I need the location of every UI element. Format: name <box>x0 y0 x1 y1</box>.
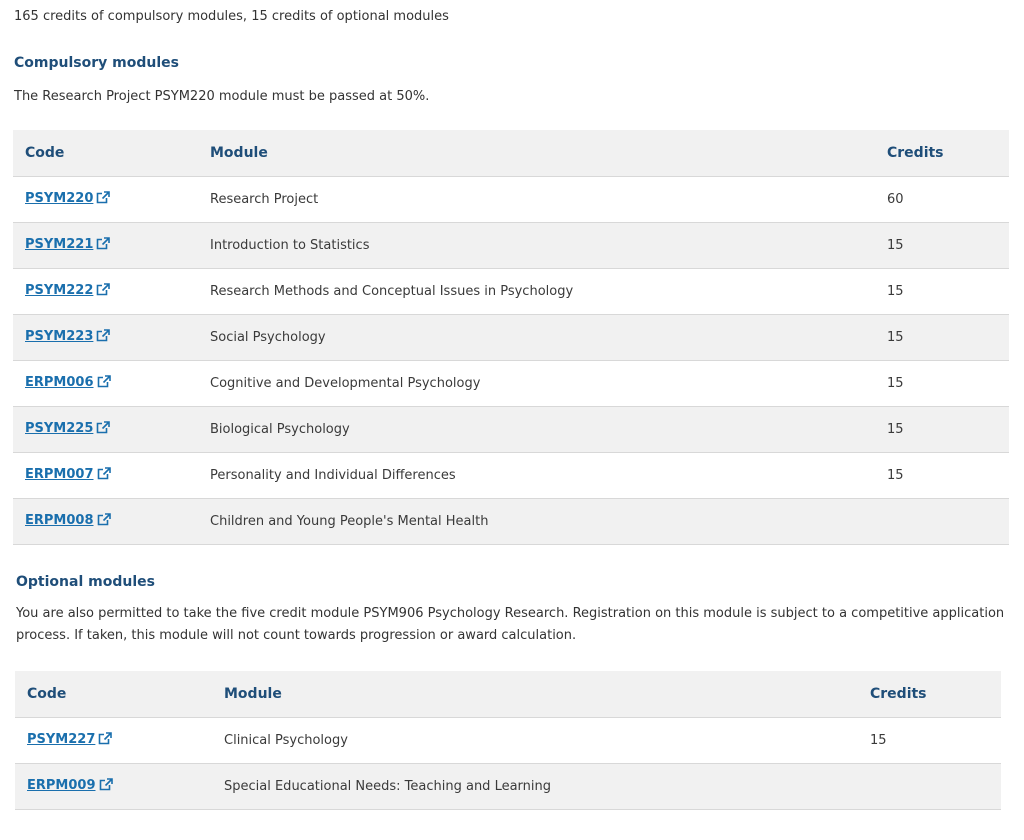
optional-table-body: PSYM227 Clinical Psychology 15 ERPM009 Speci… <box>15 717 1001 810</box>
cell-credits: 15 <box>875 222 1009 269</box>
column-header-module: Module <box>212 671 858 718</box>
module-code-link[interactable]: ERPM009 <box>27 778 96 793</box>
credits-summary: 165 credits of compulsory modules, 15 cr… <box>14 9 449 24</box>
cell-module-title: Personality and Individual Differences <box>198 452 875 499</box>
cell-module-title: Introduction to Statistics <box>198 222 875 269</box>
cell-module-title: Children and Young People's Mental Healt… <box>198 498 875 545</box>
cell-code: PSYM225 <box>13 406 198 453</box>
optional-heading: Optional modules <box>16 574 155 590</box>
cell-credits <box>858 763 1001 810</box>
external-link-icon[interactable] <box>97 467 112 484</box>
cell-module-title: Social Psychology <box>198 314 875 361</box>
cell-code: PSYM220 <box>13 176 198 223</box>
table-header-row: Code Module Credits <box>13 130 1009 177</box>
table-row: PSYM227 Clinical Psychology 15 <box>15 717 1001 764</box>
cell-credits: 15 <box>875 314 1009 361</box>
compulsory-table-body: PSYM220 Research Project 60 PSYM221 Introduc… <box>13 176 1009 545</box>
optional-note: You are also permitted to take the five … <box>16 606 1005 643</box>
cell-module-title: Research Methods and Conceptual Issues i… <box>198 268 875 315</box>
cell-code: PSYM221 <box>13 222 198 269</box>
module-code-link[interactable]: ERPM006 <box>25 375 94 390</box>
table-header-row: Code Module Credits <box>15 671 1001 718</box>
module-code-link[interactable]: ERPM007 <box>25 467 94 482</box>
table-row: PSYM223 Social Psychology 15 <box>13 314 1009 361</box>
cell-code: PSYM227 <box>15 717 212 764</box>
external-link-icon[interactable] <box>97 375 112 392</box>
cell-code: PSYM222 <box>13 268 198 315</box>
table-row: PSYM222 Research Methods and Conceptual I… <box>13 268 1009 315</box>
column-header-code: Code <box>15 671 212 718</box>
table-row: ERPM006 Cognitive and Developmental Psych… <box>13 360 1009 407</box>
cell-module-title: Clinical Psychology <box>212 717 858 764</box>
module-code-link[interactable]: PSYM220 <box>25 191 93 206</box>
cell-code: ERPM006 <box>13 360 198 407</box>
external-link-icon[interactable] <box>96 191 111 208</box>
table-row: PSYM221 Introduction to Statistics 15 <box>13 222 1009 269</box>
external-link-icon[interactable] <box>96 421 111 438</box>
module-code-link[interactable]: PSYM227 <box>27 732 95 747</box>
external-link-icon[interactable] <box>96 329 111 346</box>
cell-code: PSYM223 <box>13 314 198 361</box>
table-row: PSYM220 Research Project 60 <box>13 176 1009 223</box>
module-code-link[interactable]: PSYM221 <box>25 237 93 252</box>
cell-credits: 15 <box>875 268 1009 315</box>
external-link-icon[interactable] <box>98 732 113 749</box>
module-code-link[interactable]: PSYM223 <box>25 329 93 344</box>
module-code-link[interactable]: ERPM008 <box>25 513 94 528</box>
cell-module-title: Research Project <box>198 176 875 223</box>
table-row: ERPM007 Personality and Individual Differ… <box>13 452 1009 499</box>
cell-credits: 60 <box>875 176 1009 223</box>
cell-credits: 15 <box>875 360 1009 407</box>
cell-module-title: Biological Psychology <box>198 406 875 453</box>
optional-modules-table: Code Module Credits PSYM227 Clinical Psyc… <box>15 671 1001 810</box>
external-link-icon[interactable] <box>96 237 111 254</box>
cell-module-title: Cognitive and Developmental Psychology <box>198 360 875 407</box>
external-link-icon[interactable] <box>97 513 112 530</box>
cell-code: ERPM008 <box>13 498 198 545</box>
column-header-code: Code <box>13 130 198 177</box>
cell-module-title: Special Educational Needs: Teaching and … <box>212 763 858 810</box>
cell-credits: 15 <box>875 452 1009 499</box>
module-code-link[interactable]: PSYM225 <box>25 421 93 436</box>
cell-code: ERPM009 <box>15 763 212 810</box>
cell-code: ERPM007 <box>13 452 198 499</box>
table-row: ERPM008 Children and Young People's Menta… <box>13 498 1009 545</box>
cell-credits: 15 <box>858 717 1001 764</box>
compulsory-heading: Compulsory modules <box>14 55 179 71</box>
column-header-credits: Credits <box>858 671 1001 718</box>
table-row: ERPM009 Special Educational Needs: Teachi… <box>15 763 1001 810</box>
external-link-icon[interactable] <box>99 778 114 795</box>
column-header-module: Module <box>198 130 875 177</box>
module-code-link[interactable]: PSYM222 <box>25 283 93 298</box>
compulsory-modules-table: Code Module Credits PSYM220 Research Proj… <box>13 130 1009 545</box>
compulsory-note: The Research Project PSYM220 module must… <box>14 89 430 104</box>
external-link-icon[interactable] <box>96 283 111 300</box>
table-row: PSYM225 Biological Psychology 15 <box>13 406 1009 453</box>
cell-credits <box>875 498 1009 545</box>
cell-credits: 15 <box>875 406 1009 453</box>
column-header-credits: Credits <box>875 130 1009 177</box>
